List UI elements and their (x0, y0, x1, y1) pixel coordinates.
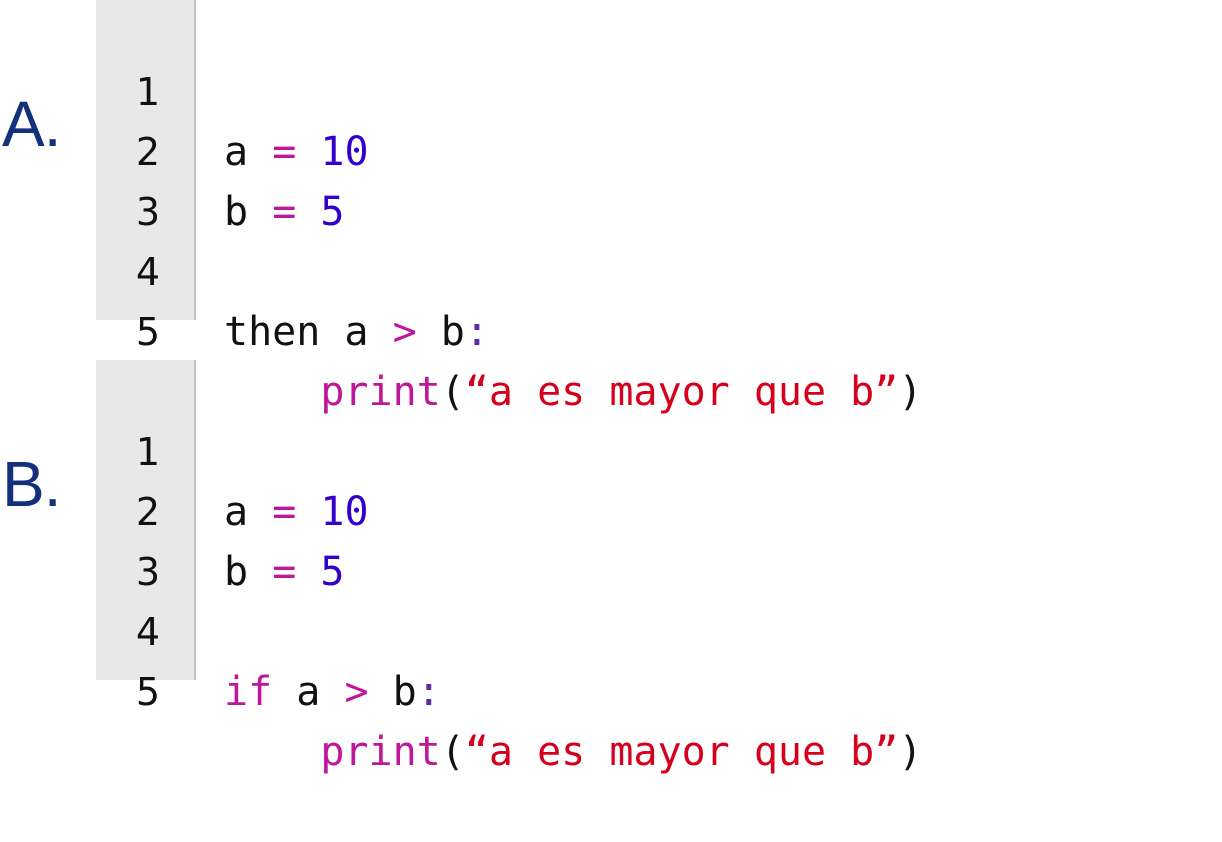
option-b-code-block: B. 1 a = 10 2 b = 5 3 4 if a > b: 5 prin… (0, 360, 1222, 775)
variable-token: b (392, 669, 417, 715)
colon-token: : (416, 669, 441, 715)
line-number: 5 (135, 310, 160, 354)
colon-token: : (464, 309, 489, 355)
line-content: if a > b: (224, 662, 441, 722)
keyword-token: if (224, 669, 273, 715)
code-line-2: 2 b = 5 (96, 62, 1196, 235)
line-content: then a > b: (224, 302, 489, 362)
code-line-3: 3 (96, 482, 1196, 594)
code-line-4: 4 if a > b: (96, 542, 1196, 715)
code-line-5: 5 print(“a es mayor que b”) (96, 602, 1196, 775)
variable-token: a (344, 309, 369, 355)
variable-token: b (440, 309, 465, 355)
code-line-4: 4 then a > b: (96, 182, 1196, 355)
option-b-letter: B. (2, 448, 61, 520)
option-a-code-block: A. 1 a = 10 2 b = 5 3 4 then a > b: 5 pr… (0, 0, 1222, 415)
open-paren-token: ( (440, 729, 465, 775)
code-line-5: 5 print(“a es mayor que b”) (96, 242, 1196, 415)
code-line-2: 2 b = 5 (96, 422, 1196, 595)
option-a-letter: A. (2, 88, 61, 160)
close-paren-token: ) (898, 729, 923, 775)
code-line-3: 3 (96, 122, 1196, 234)
code-line-1: 1 a = 10 (96, 362, 1196, 535)
function-token: print (320, 729, 441, 775)
keyword-token: then (224, 309, 321, 355)
code-line-1: 1 a = 10 (96, 2, 1196, 175)
line-content: print(“a es mayor que b”) (224, 722, 922, 782)
comparator-token: > (344, 669, 369, 715)
variable-token: a (296, 669, 321, 715)
comparator-token: > (392, 309, 417, 355)
line-number: 5 (135, 670, 160, 714)
string-token: “a es mayor que b” (464, 729, 899, 775)
